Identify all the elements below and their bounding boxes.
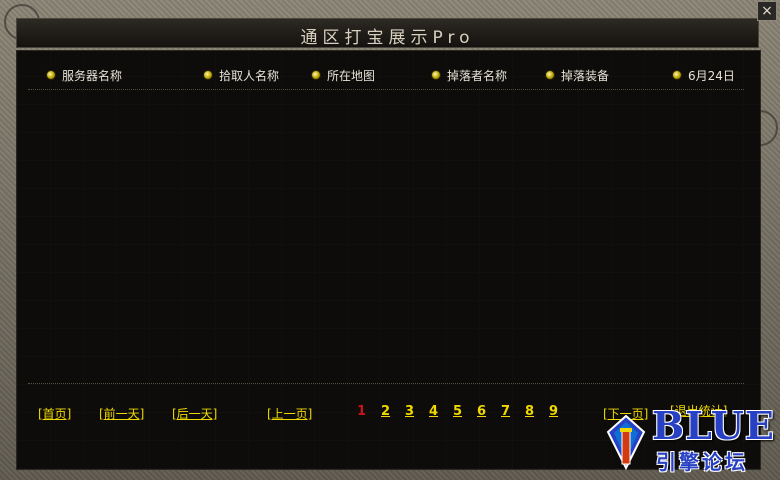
footer-divider xyxy=(28,383,744,384)
page-number-current: 1 xyxy=(357,404,367,419)
next-day-link[interactable]: [后一天] xyxy=(172,405,217,422)
column-header-dropper[interactable]: 掉落者名称 xyxy=(431,67,507,83)
bullet-icon xyxy=(46,70,56,80)
bullet-icon xyxy=(311,70,321,80)
page-number-link[interactable]: 6 xyxy=(477,404,486,419)
prev-page-link[interactable]: [上一页] xyxy=(267,405,312,422)
page-number-link[interactable]: 2 xyxy=(381,404,390,419)
column-label: 服务器名称 xyxy=(62,68,123,83)
column-label: 掉落装备 xyxy=(561,68,610,83)
first-page-link[interactable]: [首页] xyxy=(38,405,71,422)
page-number-link[interactable]: 8 xyxy=(525,404,534,419)
prev-day-link[interactable]: [前一天] xyxy=(99,405,144,422)
close-button[interactable]: × xyxy=(757,1,777,21)
column-header-picker[interactable]: 拾取人名称 xyxy=(203,67,279,83)
column-header-item[interactable]: 掉落装备 xyxy=(545,67,609,83)
bullet-icon xyxy=(203,70,213,80)
header-divider xyxy=(28,89,744,90)
bullet-icon xyxy=(545,70,555,80)
page-number-link[interactable]: 4 xyxy=(429,404,438,419)
window-title: 通区打宝展示Pro xyxy=(300,28,475,48)
page-number-link[interactable]: 9 xyxy=(549,404,558,419)
logo-subtitle: 引擎论坛 xyxy=(656,450,748,474)
column-header-server[interactable]: 服务器名称 xyxy=(46,67,122,83)
bullet-icon xyxy=(431,70,441,80)
bullet-icon xyxy=(672,70,682,80)
column-header-date[interactable]: 6月24日 xyxy=(672,67,735,83)
logo-emblem-icon xyxy=(606,414,646,470)
page-number-link[interactable]: 5 xyxy=(453,404,462,419)
column-label: 拾取人名称 xyxy=(219,68,280,83)
title-bar: 通区打宝展示Pro xyxy=(16,18,759,48)
page-number-link[interactable]: 3 xyxy=(405,404,414,419)
date-label: 6月24日 xyxy=(688,68,735,83)
page-number-link[interactable]: 7 xyxy=(501,404,510,419)
column-label: 掉落者名称 xyxy=(447,68,508,83)
column-header-map[interactable]: 所在地图 xyxy=(311,67,375,83)
logo-text: BLUE xyxy=(652,403,775,448)
column-label: 所在地图 xyxy=(327,68,376,83)
blue-engine-logo: BLUE 引擎论坛 xyxy=(600,406,778,476)
